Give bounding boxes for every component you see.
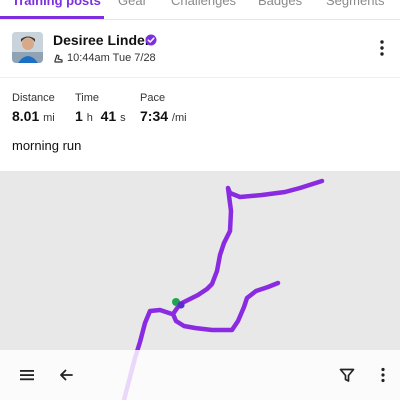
pace-label: Pace xyxy=(140,92,166,104)
post-meta: 10:44am Tue 7/28 xyxy=(53,52,156,64)
filter-icon[interactable] xyxy=(338,366,356,384)
post-caption: morning run xyxy=(12,138,82,153)
author-name[interactable]: Desiree Linden xyxy=(53,32,153,48)
tab-training-posts[interactable]: Training posts xyxy=(12,0,101,8)
tab-challenges[interactable]: Challenges xyxy=(171,0,236,8)
pace-value: 7:34 /mi xyxy=(140,108,187,124)
time-label: Time xyxy=(75,92,100,104)
back-arrow-icon[interactable] xyxy=(57,366,75,384)
menu-icon[interactable] xyxy=(18,366,36,384)
time-value: 1 h 41 s xyxy=(75,108,126,124)
shoe-icon xyxy=(54,53,63,63)
tab-badges[interactable]: Badges xyxy=(258,0,302,8)
post-menu-button[interactable] xyxy=(374,38,390,58)
distance-value: 8.01 mi xyxy=(12,108,55,124)
post-time: 10:44am Tue 7/28 xyxy=(67,52,156,64)
verified-badge-icon xyxy=(145,34,157,46)
avatar[interactable] xyxy=(12,32,43,63)
header-divider xyxy=(0,77,400,78)
tab-gear[interactable]: Gear xyxy=(118,0,147,8)
tabs-divider xyxy=(0,19,400,20)
route-end-marker xyxy=(177,301,185,309)
more-vertical-icon[interactable] xyxy=(374,366,392,384)
tab-bar: Training posts Gear Challenges Badges Se… xyxy=(0,0,400,19)
tab-segments[interactable]: Segments xyxy=(326,0,385,8)
distance-label: Distance xyxy=(12,92,55,104)
avatar-image xyxy=(12,32,43,63)
